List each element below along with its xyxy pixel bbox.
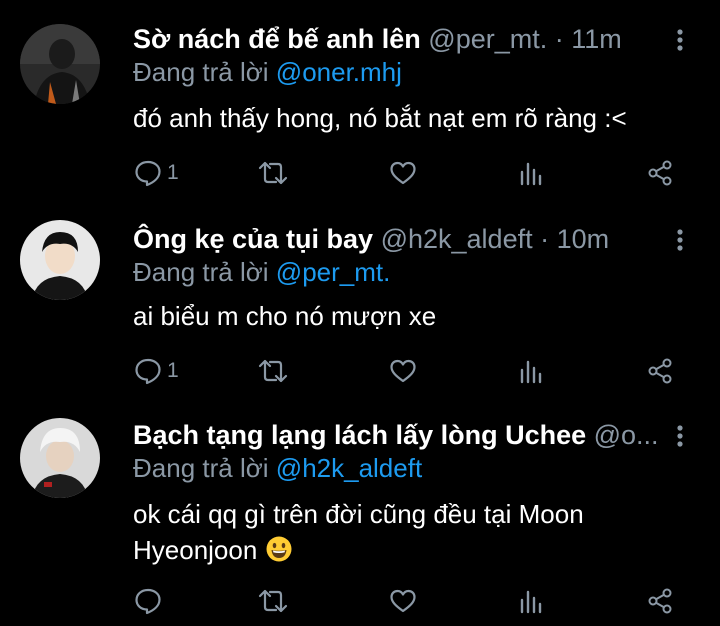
like-button[interactable] xyxy=(388,158,418,188)
tweet-1[interactable]: Sờ nách để bế anh lên @per_mt. · 11m Đan… xyxy=(0,20,720,200)
replying-to-label: Đang trả lời xyxy=(133,57,269,87)
analytics-icon xyxy=(518,586,544,616)
tweet-header: Ông kẹ của tụi bay @h2k_aldeft · 10m xyxy=(133,220,663,258)
tweet-2[interactable]: Ông kẹ của tụi bay @h2k_aldeft · 10m Đan… xyxy=(0,220,720,400)
avatar[interactable] xyxy=(20,418,100,498)
comment-icon xyxy=(133,158,163,188)
avatar[interactable] xyxy=(20,24,100,104)
retweet-button[interactable] xyxy=(256,356,290,386)
retweet-button[interactable] xyxy=(256,158,290,188)
user-handle[interactable]: @o... xyxy=(594,420,659,450)
action-bar: 1 xyxy=(0,158,720,188)
like-button[interactable] xyxy=(388,356,418,386)
display-name[interactable]: Ông kẹ của tụi bay xyxy=(133,224,373,254)
more-icon[interactable] xyxy=(672,422,688,452)
tweet-text-word: Hyeonjoon xyxy=(133,535,258,565)
retweet-icon xyxy=(256,158,290,188)
action-bar xyxy=(0,586,720,616)
share-icon xyxy=(646,586,674,616)
separator-dot: · xyxy=(554,24,564,54)
reply-button[interactable]: 1 xyxy=(133,158,179,188)
share-icon xyxy=(646,356,674,386)
replying-to: Đang trả lời @per_mt. xyxy=(133,254,390,290)
analytics-button[interactable] xyxy=(518,158,544,188)
reply-button[interactable] xyxy=(133,586,167,616)
grinning-face-emoji xyxy=(265,535,293,572)
reply-count: 1 xyxy=(167,161,179,184)
analytics-button[interactable] xyxy=(518,356,544,386)
replying-to-label: Đang trả lời xyxy=(133,453,269,483)
tweet-3[interactable]: Bạch tạng lạng lách lấy lòng Uchee @o...… xyxy=(0,416,720,626)
timestamp[interactable]: 10m xyxy=(557,224,610,254)
action-bar: 1 xyxy=(0,356,720,386)
replying-to-mention[interactable]: @h2k_aldeft xyxy=(276,453,422,483)
tweet-text-line: Hyeonjoon xyxy=(133,532,693,572)
comment-icon xyxy=(133,356,163,386)
replying-to: Đang trả lời @h2k_aldeft xyxy=(133,450,422,486)
separator-dot: · xyxy=(540,224,550,254)
heart-icon xyxy=(388,356,418,386)
share-button[interactable] xyxy=(646,158,674,188)
comment-icon xyxy=(133,586,163,616)
tweet-header: Bạch tạng lạng lách lấy lòng Uchee @o... xyxy=(133,416,663,454)
user-handle[interactable]: @per_mt. xyxy=(428,24,547,54)
tweet-text-line: ok cái qq gì trên đời cũng đều tại Moon xyxy=(133,499,584,529)
tweet-text: ok cái qq gì trên đời cũng đều tại Moon … xyxy=(133,496,693,572)
more-icon[interactable] xyxy=(672,226,688,256)
replying-to-mention[interactable]: @per_mt. xyxy=(276,257,391,287)
heart-icon xyxy=(388,158,418,188)
tweet-text: ai biểu m cho nó mượn xe xyxy=(133,301,437,331)
more-icon[interactable] xyxy=(672,26,688,56)
share-button[interactable] xyxy=(646,586,674,616)
avatar[interactable] xyxy=(20,220,100,300)
reply-count: 1 xyxy=(167,359,179,382)
analytics-icon xyxy=(518,356,544,386)
analytics-icon xyxy=(518,158,544,188)
retweet-icon xyxy=(256,586,290,616)
like-button[interactable] xyxy=(388,586,418,616)
user-handle[interactable]: @h2k_aldeft xyxy=(381,224,533,254)
replying-to-mention[interactable]: @oner.mhj xyxy=(276,57,402,87)
replying-to: Đang trả lời @oner.mhj xyxy=(133,54,402,90)
replying-to-label: Đang trả lời xyxy=(133,257,269,287)
timestamp[interactable]: 11m xyxy=(571,24,622,54)
retweet-icon xyxy=(256,356,290,386)
share-icon xyxy=(646,158,674,188)
tweet-text: đó anh thấy hong, nó bắt nạt em rõ ràng … xyxy=(133,103,627,133)
display-name[interactable]: Sờ nách để bế anh lên xyxy=(133,24,421,54)
analytics-button[interactable] xyxy=(518,586,544,616)
retweet-button[interactable] xyxy=(256,586,290,616)
reply-button[interactable]: 1 xyxy=(133,356,179,386)
tweet-header: Sờ nách để bế anh lên @per_mt. · 11m xyxy=(133,20,663,58)
display-name[interactable]: Bạch tạng lạng lách lấy lòng Uchee xyxy=(133,420,586,450)
heart-icon xyxy=(388,586,418,616)
share-button[interactable] xyxy=(646,356,674,386)
